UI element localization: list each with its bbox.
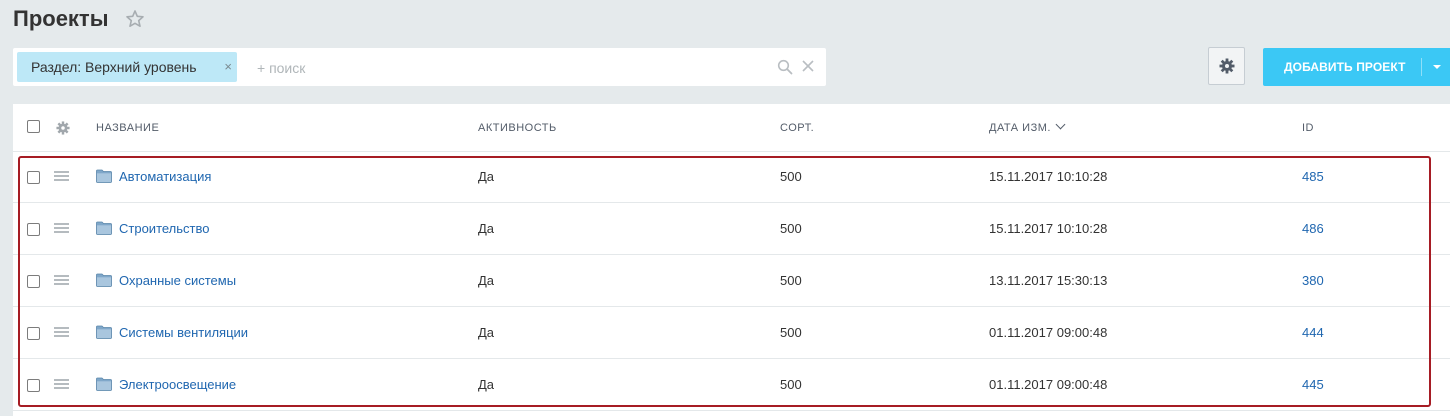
- column-header-name[interactable]: НАЗВАНИЕ: [96, 122, 159, 134]
- row-sort: 500: [780, 169, 802, 184]
- sort-desc-icon: [1055, 119, 1066, 130]
- page-title: Проекты: [13, 6, 109, 31]
- filter-search-bar[interactable]: Раздел: Верхний уровень ×: [13, 48, 826, 86]
- column-header-id[interactable]: ID: [1302, 122, 1314, 134]
- folder-icon: [96, 221, 112, 235]
- search-icon[interactable]: [777, 59, 793, 75]
- table-row[interactable]: Охранные системы Да 500 13.11.2017 15:30…: [13, 255, 1450, 307]
- row-id-link[interactable]: 485: [1302, 169, 1324, 184]
- row-checkbox[interactable]: [27, 379, 40, 392]
- drag-handle-icon[interactable]: [54, 275, 69, 286]
- grid-header: НАЗВАНИЕ АКТИВНОСТЬ СОРТ. ДАТА ИЗМ. ID: [13, 104, 1450, 152]
- select-all-checkbox[interactable]: [27, 120, 40, 133]
- table-row[interactable]: Автоматизация Да 500 15.11.2017 10:10:28…: [13, 151, 1450, 203]
- row-date: 01.11.2017 09:00:48: [989, 377, 1108, 392]
- folder-icon: [96, 325, 112, 339]
- row-id-link[interactable]: 445: [1302, 377, 1324, 392]
- row-date: 01.11.2017 09:00:48: [989, 325, 1108, 340]
- settings-button[interactable]: [1208, 47, 1245, 85]
- folder-icon: [96, 273, 112, 287]
- chevron-down-icon[interactable]: [1433, 65, 1441, 69]
- row-id-link[interactable]: 380: [1302, 273, 1324, 288]
- drag-handle-icon[interactable]: [54, 379, 69, 390]
- projects-grid: НАЗВАНИЕ АКТИВНОСТЬ СОРТ. ДАТА ИЗМ. ID А…: [13, 104, 1450, 416]
- table-row[interactable]: Системы вентиляции Да 500 01.11.2017 09:…: [13, 307, 1450, 359]
- filter-chip-label: Раздел: Верхний уровень: [31, 59, 197, 75]
- clear-search-icon[interactable]: [801, 59, 815, 73]
- row-id-link[interactable]: 486: [1302, 221, 1324, 236]
- row-sort: 500: [780, 377, 802, 392]
- row-active: Да: [478, 377, 495, 392]
- drag-handle-icon[interactable]: [54, 327, 69, 338]
- row-active: Да: [478, 221, 495, 236]
- column-settings-icon[interactable]: [56, 121, 70, 135]
- row-sort: 500: [780, 221, 802, 236]
- drag-handle-icon[interactable]: [54, 171, 69, 182]
- search-input[interactable]: [255, 54, 779, 82]
- row-date: 15.11.2017 10:10:28: [989, 169, 1108, 184]
- row-sort: 500: [780, 273, 802, 288]
- row-name-link[interactable]: Автоматизация: [119, 169, 211, 184]
- add-project-button[interactable]: ДОБАВИТЬ ПРОЕКТ: [1263, 48, 1450, 86]
- row-checkbox[interactable]: [27, 327, 40, 340]
- row-date: 13.11.2017 15:30:13: [989, 273, 1108, 288]
- row-sort: 500: [780, 325, 802, 340]
- row-active: Да: [478, 273, 495, 288]
- add-project-label: ДОБАВИТЬ ПРОЕКТ: [1284, 60, 1406, 74]
- column-header-date[interactable]: ДАТА ИЗМ.: [989, 119, 1066, 134]
- row-active: Да: [478, 169, 495, 184]
- row-name-link[interactable]: Электроосвещение: [119, 377, 236, 392]
- filter-chip-close-icon[interactable]: ×: [224, 60, 232, 74]
- row-name-link[interactable]: Системы вентиляции: [119, 325, 248, 340]
- table-row[interactable]: Строительство Да 500 15.11.2017 10:10:28…: [13, 203, 1450, 255]
- filter-chip[interactable]: Раздел: Верхний уровень ×: [17, 52, 237, 82]
- column-header-active[interactable]: АКТИВНОСТЬ: [478, 122, 557, 134]
- column-header-date-label: ДАТА ИЗМ.: [989, 122, 1051, 134]
- row-checkbox[interactable]: [27, 275, 40, 288]
- drag-handle-icon[interactable]: [54, 223, 69, 234]
- row-checkbox[interactable]: [27, 223, 40, 236]
- row-date: 15.11.2017 10:10:28: [989, 221, 1108, 236]
- table-row[interactable]: Электроосвещение Да 500 01.11.2017 09:00…: [13, 359, 1450, 411]
- column-header-sort[interactable]: СОРТ.: [780, 122, 814, 134]
- add-button-divider: [1421, 58, 1422, 76]
- title-row: Проекты: [13, 4, 145, 34]
- row-checkbox[interactable]: [27, 171, 40, 184]
- row-name-link[interactable]: Охранные системы: [119, 273, 236, 288]
- folder-icon: [96, 169, 112, 183]
- row-id-link[interactable]: 444: [1302, 325, 1324, 340]
- star-icon[interactable]: [125, 9, 145, 29]
- folder-icon: [96, 377, 112, 391]
- row-name-link[interactable]: Строительство: [119, 221, 209, 236]
- gear-icon: [1219, 58, 1234, 74]
- row-active: Да: [478, 325, 495, 340]
